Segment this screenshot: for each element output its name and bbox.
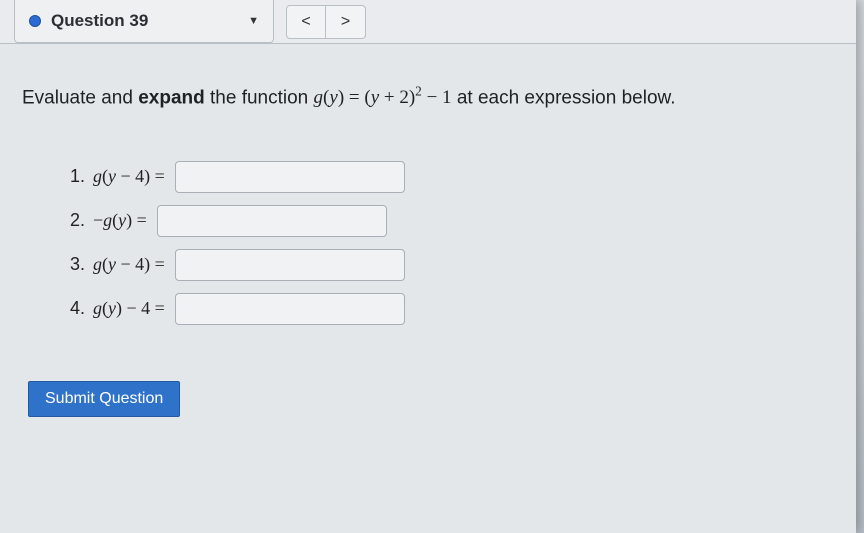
nav-buttons: < > xyxy=(286,0,366,43)
prompt-text: Evaluate and expand the function g(y) = … xyxy=(22,82,834,113)
question-content: Evaluate and expand the function g(y) = … xyxy=(0,44,856,437)
prev-button[interactable]: < xyxy=(286,5,326,39)
answer-input-2[interactable] xyxy=(157,205,387,237)
status-dot-icon xyxy=(29,15,41,27)
answer-input-4[interactable] xyxy=(175,293,405,325)
caret-down-icon: ▼ xyxy=(248,15,259,27)
item-label-4: 4. g(y) − 4 = xyxy=(70,298,165,319)
submit-button[interactable]: Submit Question xyxy=(28,381,180,417)
chevron-left-icon: < xyxy=(301,13,310,31)
list-item: 4. g(y) − 4 = xyxy=(70,291,834,327)
question-title: Question 39 xyxy=(51,11,238,31)
chevron-right-icon: > xyxy=(341,13,350,31)
answer-list: 1. g(y − 4) = 2. −g(y) = 3. g(y − 4) = xyxy=(70,159,834,327)
question-selector[interactable]: Question 39 ▼ xyxy=(14,0,274,43)
topbar: Question 39 ▼ < > xyxy=(0,0,856,44)
item-label-3: 3. g(y − 4) = xyxy=(70,254,165,275)
answer-input-3[interactable] xyxy=(175,249,405,281)
next-button[interactable]: > xyxy=(326,5,366,39)
list-item: 3. g(y − 4) = xyxy=(70,247,834,283)
list-item: 2. −g(y) = xyxy=(70,203,834,239)
item-label-2: 2. −g(y) = xyxy=(70,210,147,231)
list-item: 1. g(y − 4) = xyxy=(70,159,834,195)
item-label-1: 1. g(y − 4) = xyxy=(70,166,165,187)
answer-input-1[interactable] xyxy=(175,161,405,193)
